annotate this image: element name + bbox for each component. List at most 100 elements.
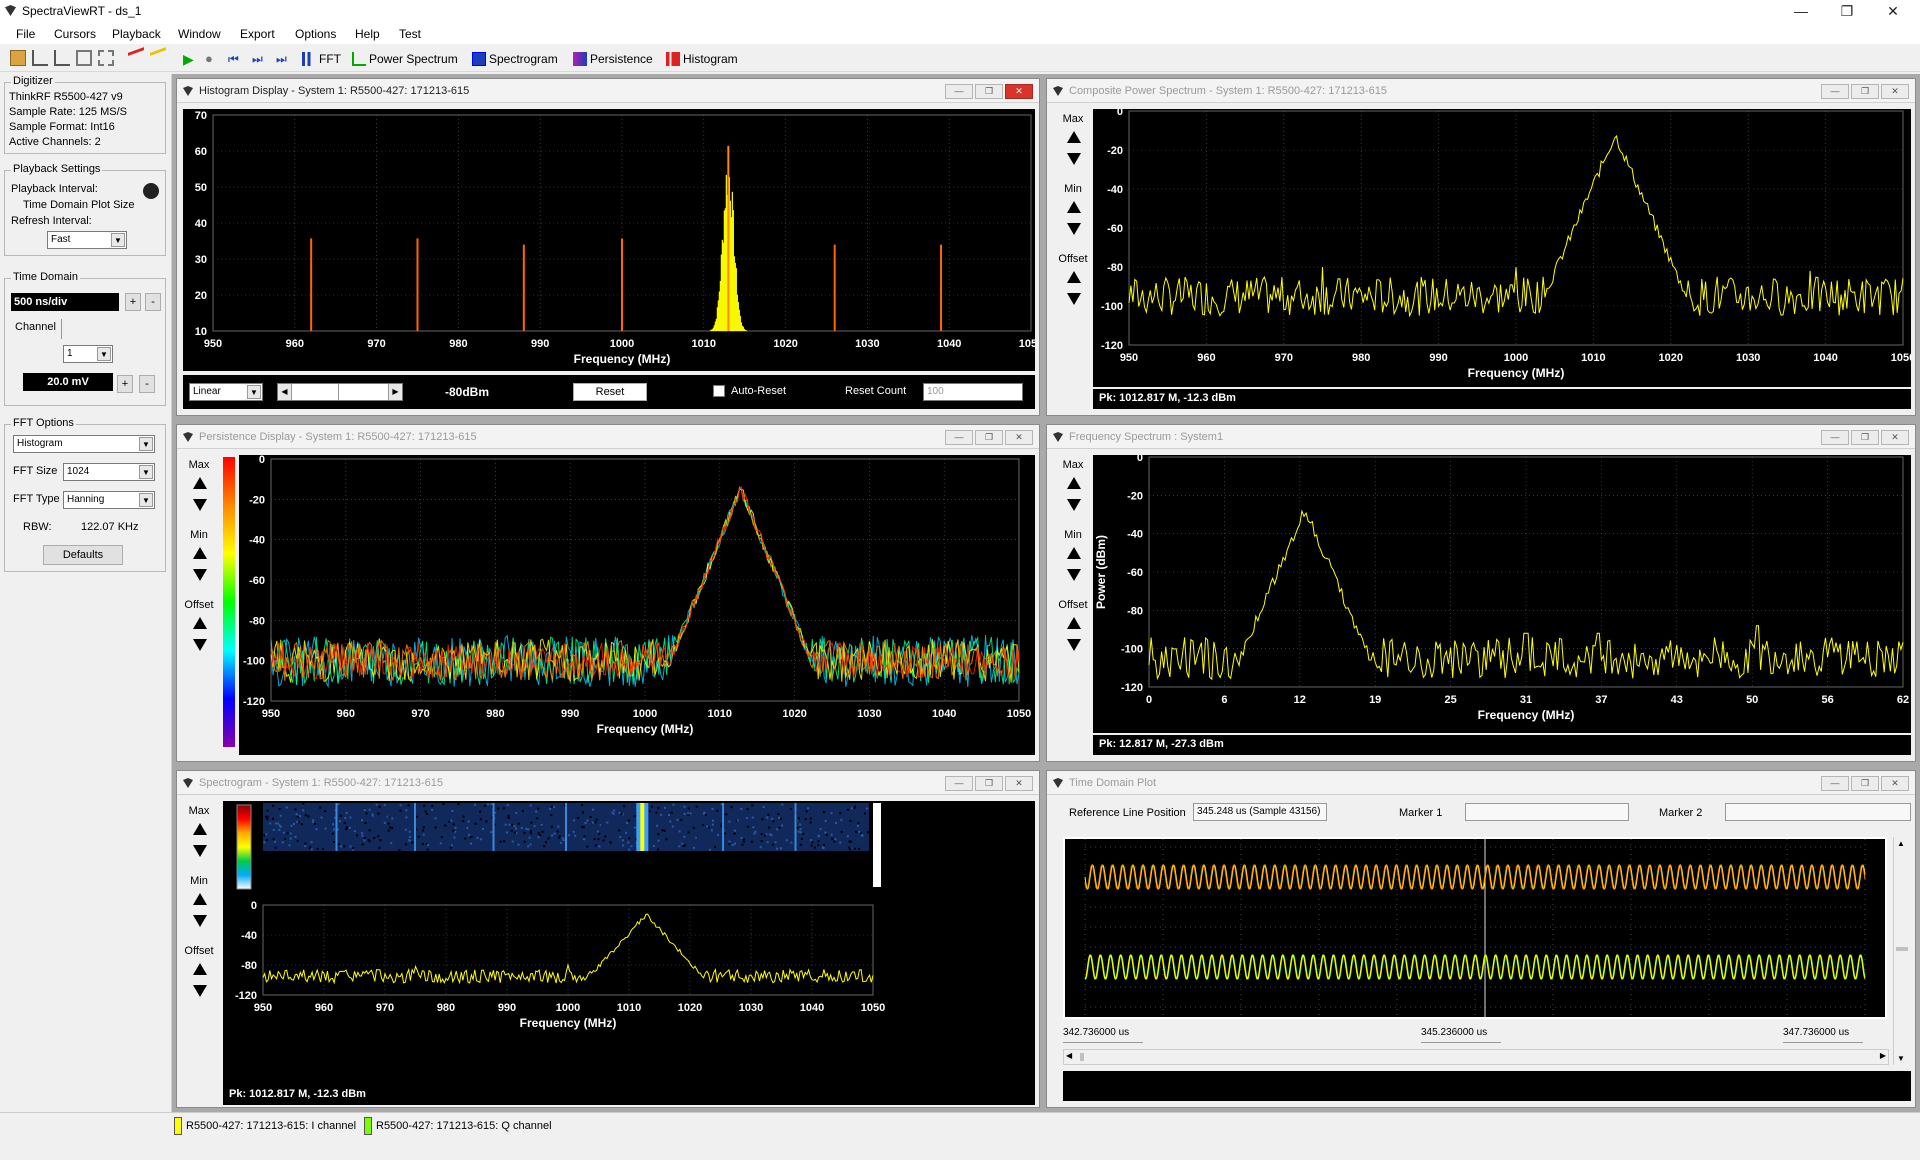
menu-help[interactable]: Help (355, 27, 380, 41)
window-maximize-button[interactable]: ❐ (975, 430, 1003, 445)
window-minimize-button[interactable]: — (945, 430, 973, 445)
max-up-arrow-icon[interactable] (193, 823, 207, 835)
menu-test[interactable]: Test (399, 27, 421, 41)
max-down-arrow-icon[interactable] (1067, 499, 1081, 511)
min-up-arrow-icon[interactable] (1067, 201, 1081, 213)
time-div-increase-button[interactable]: + (125, 293, 141, 311)
reference-line-field[interactable]: 345.248 us (Sample 43156) (1193, 803, 1327, 821)
window-close-button[interactable]: ✕ (1881, 84, 1909, 99)
min-down-arrow-icon[interactable] (1067, 223, 1081, 235)
min-down-arrow-icon[interactable] (193, 569, 207, 581)
volt-div-increase-button[interactable]: + (117, 375, 133, 393)
offset-up-arrow-icon[interactable] (1067, 617, 1081, 629)
reset-button[interactable]: Reset (573, 383, 647, 401)
marker1-field[interactable] (1465, 803, 1629, 821)
trace-yellow-icon[interactable] (150, 47, 166, 69)
composite-chart[interactable]: 0 -20 -40 -60 -80 -100 -120950 960 970 980 990 1000… (1093, 109, 1911, 387)
persistence-chart[interactable]: 0 -20 -40 -60 -80 -100 -120950 960 970 980 990 1000… (239, 455, 1035, 755)
step-forward-icon[interactable]: ⏭ (252, 50, 263, 68)
vertical-scrollbar[interactable]: ▲ ▼ (1893, 837, 1911, 1065)
chevron-down-icon[interactable]: ▼ (1897, 1054, 1905, 1063)
frequency-plot[interactable]: 0 -20 -40 -60 -80 -100 -120 0 6 12 19 25 31 37 43 50 56 6… (1093, 455, 1911, 733)
window-maximize-button[interactable]: ❐ (975, 84, 1003, 99)
rewind-icon[interactable]: ⏮ (228, 50, 239, 68)
menu-options[interactable]: Options (295, 27, 336, 41)
offset-down-arrow-icon[interactable] (1067, 293, 1081, 305)
chevron-right-icon[interactable]: ▶ (388, 384, 402, 400)
end-icon[interactable]: ⏭ (276, 50, 287, 68)
menu-playback[interactable]: Playback (112, 27, 161, 41)
chevron-up-icon[interactable]: ▲ (1897, 839, 1905, 848)
stop-icon[interactable]: ● (205, 50, 213, 68)
close-button[interactable]: ✕ (1870, 0, 1916, 22)
menu-window[interactable]: Window (178, 27, 221, 41)
offset-up-arrow-icon[interactable] (193, 963, 207, 975)
persistence-plot[interactable]: 0 -20 -40 -60 -80 -100 -120 950 960 970 980 990 1000… (239, 455, 1035, 755)
offset-up-arrow-icon[interactable] (193, 617, 207, 629)
volt-div-decrease-button[interactable]: - (139, 375, 155, 393)
offset-up-arrow-icon[interactable] (1067, 271, 1081, 283)
window-maximize-button[interactable]: ❐ (1851, 430, 1879, 445)
min-down-arrow-icon[interactable] (193, 915, 207, 927)
power-spectrum-button[interactable]: Power Spectrum (352, 50, 458, 68)
horizontal-scrollbar[interactable]: ◀ ▶ (1063, 1049, 1889, 1065)
chevron-left-icon[interactable]: ◀ (278, 384, 292, 400)
window-minimize-button[interactable]: — (1821, 776, 1849, 791)
histogram-button[interactable]: Histogram (666, 50, 738, 68)
trace-red-icon[interactable] (128, 47, 144, 69)
time-div-field[interactable]: 500 ns/div (11, 293, 119, 311)
window-maximize-button[interactable]: ❐ (1851, 84, 1879, 99)
fft-button[interactable]: FFT (302, 50, 341, 68)
min-up-arrow-icon[interactable] (193, 893, 207, 905)
refresh-interval-select[interactable]: Fast ▼ (47, 231, 127, 249)
min-up-arrow-icon[interactable] (1067, 547, 1081, 559)
max-up-arrow-icon[interactable] (193, 477, 207, 489)
time-domain-plot[interactable] (1063, 837, 1887, 1019)
chevron-left-icon[interactable]: ◀ (1066, 1051, 1072, 1060)
marker2-field[interactable] (1725, 803, 1911, 821)
max-down-arrow-icon[interactable] (193, 845, 207, 857)
window-close-button[interactable]: ✕ (1005, 84, 1033, 99)
open-icon[interactable] (10, 50, 26, 66)
window-close-button[interactable]: ✕ (1005, 776, 1033, 791)
reset-count-field[interactable]: 100 (923, 383, 1023, 401)
time-div-decrease-button[interactable]: - (145, 293, 161, 311)
cursor-b-icon[interactable] (54, 50, 70, 66)
max-up-arrow-icon[interactable] (1067, 131, 1081, 143)
window-minimize-button[interactable]: — (1821, 430, 1849, 445)
fft-size-select[interactable]: 1024 ▼ (63, 463, 155, 481)
cursor-a-icon[interactable] (32, 50, 48, 66)
offset-down-arrow-icon[interactable] (193, 639, 207, 651)
window-close-button[interactable]: ✕ (1005, 430, 1033, 445)
window-maximize-button[interactable]: ❐ (975, 776, 1003, 791)
histogram-chart[interactable]: 70 60 50 40 30 20 10950 960 970 980 990 1000 1010 102… (183, 109, 1035, 371)
maximize-button[interactable]: ❐ (1824, 0, 1870, 22)
menu-file[interactable]: File (16, 27, 35, 41)
marker-icon[interactable] (76, 50, 92, 66)
composite-plot[interactable]: 0 -20 -40 -60 -80 -100 -120 950 960 970 980 990 1000… (1093, 109, 1911, 387)
max-up-arrow-icon[interactable] (1067, 477, 1081, 489)
menu-export[interactable]: Export (240, 27, 275, 41)
fft-mode-select[interactable]: Histogram ▼ (13, 435, 155, 453)
min-up-arrow-icon[interactable] (193, 547, 207, 559)
scale-select[interactable]: Linear ▼ (189, 383, 263, 401)
window-maximize-button[interactable]: ❐ (1851, 776, 1879, 791)
window-minimize-button[interactable]: — (945, 776, 973, 791)
min-down-arrow-icon[interactable] (1067, 569, 1081, 581)
menu-cursors[interactable]: Cursors (54, 27, 96, 41)
offset-down-arrow-icon[interactable] (1067, 639, 1081, 651)
max-down-arrow-icon[interactable] (193, 499, 207, 511)
histogram-plot[interactable]: 70 60 50 40 30 20 10 950 960 970 980 990 1000 1010 102… (183, 109, 1035, 371)
slider-thumb[interactable] (338, 384, 339, 400)
window-close-button[interactable]: ✕ (1881, 776, 1909, 791)
scrollbar-thumb[interactable] (1896, 947, 1908, 951)
chevron-right-icon[interactable]: ▶ (1880, 1051, 1886, 1060)
volt-div-field[interactable]: 20.0 mV (23, 373, 113, 391)
time-domain-chart[interactable] (1065, 839, 1885, 1017)
scrollbar-thumb[interactable] (1080, 1053, 1084, 1061)
window-minimize-button[interactable]: — (945, 84, 973, 99)
spectrogram-plot[interactable]: 0 -40 -80 -120 950 960 970 980 990 1000 1010 1020 10… (223, 801, 1035, 1085)
zoom-fit-icon[interactable] (98, 50, 114, 66)
channel-select[interactable]: 1 ▼ (63, 345, 113, 363)
play-icon[interactable]: ▶ (183, 50, 194, 68)
